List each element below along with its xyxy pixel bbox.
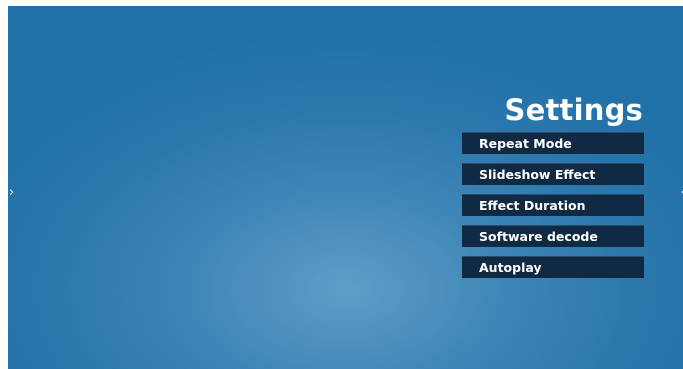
- chevron-right-icon[interactable]: ›: [9, 186, 14, 199]
- media-player-screen: › ‹ Settings Repeat Mode Slideshow Effec…: [8, 6, 683, 369]
- menu-item-software-decode[interactable]: Software decode: [462, 225, 644, 247]
- menu-item-effect-duration[interactable]: Effect Duration: [462, 194, 644, 216]
- menu-item-slideshow-effect[interactable]: Slideshow Effect: [462, 163, 644, 185]
- menu-item-autoplay[interactable]: Autoplay: [462, 256, 644, 278]
- page-title: Settings: [504, 93, 643, 127]
- settings-menu: Repeat Mode Slideshow Effect Effect Dura…: [462, 132, 644, 287]
- menu-item-repeat-mode[interactable]: Repeat Mode: [462, 132, 644, 154]
